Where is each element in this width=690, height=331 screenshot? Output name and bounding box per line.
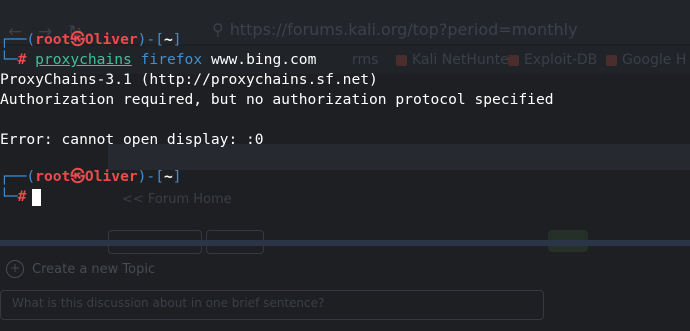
command-name: proxychains — [35, 51, 132, 68]
prompt-close: ] — [172, 31, 182, 48]
prompt-hash: # — [17, 188, 27, 205]
output-line: Error: cannot open display: :0 — [0, 131, 264, 148]
prompt-frame: ┌──( — [0, 168, 36, 185]
prompt-separator: )-[ — [137, 31, 164, 48]
prompt-line: ┌──(root㉿Oliver)-[~] — [0, 167, 182, 187]
command-arg: firefox — [140, 51, 203, 68]
prompt-at-icon: ㉿ — [70, 168, 85, 185]
prompt-leg: └─ — [0, 51, 18, 68]
prompt-user: root — [35, 31, 71, 48]
prompt-directory: ~ — [164, 31, 173, 48]
prompt-host: Oliver — [84, 31, 138, 48]
prompt-at-icon: ㉿ — [70, 31, 85, 48]
prompt-frame: ┌──( — [0, 31, 36, 48]
prompt-user: root — [35, 168, 71, 185]
prompt-hash: # — [17, 51, 27, 68]
text-cursor — [32, 188, 42, 206]
terminal[interactable]: ┌──(root㉿Oliver)-[~] └─# proxychains fir… — [0, 0, 690, 331]
command-line: └─# proxychains firefox www.bing.com — [0, 50, 316, 70]
output-line: Authorization required, but no authoriza… — [0, 91, 554, 108]
prompt-directory: ~ — [164, 168, 173, 185]
prompt-host: Oliver — [84, 168, 138, 185]
command-arg: www.bing.com — [210, 51, 317, 68]
prompt-line: ┌──(root㉿Oliver)-[~] — [0, 30, 182, 50]
output-line: ProxyChains-3.1 (http://proxychains.sf.n… — [0, 71, 378, 88]
prompt-close: ] — [172, 168, 182, 185]
prompt-leg: └─ — [0, 188, 18, 205]
command-line[interactable]: └─# — [0, 187, 42, 207]
prompt-separator: )-[ — [137, 168, 164, 185]
